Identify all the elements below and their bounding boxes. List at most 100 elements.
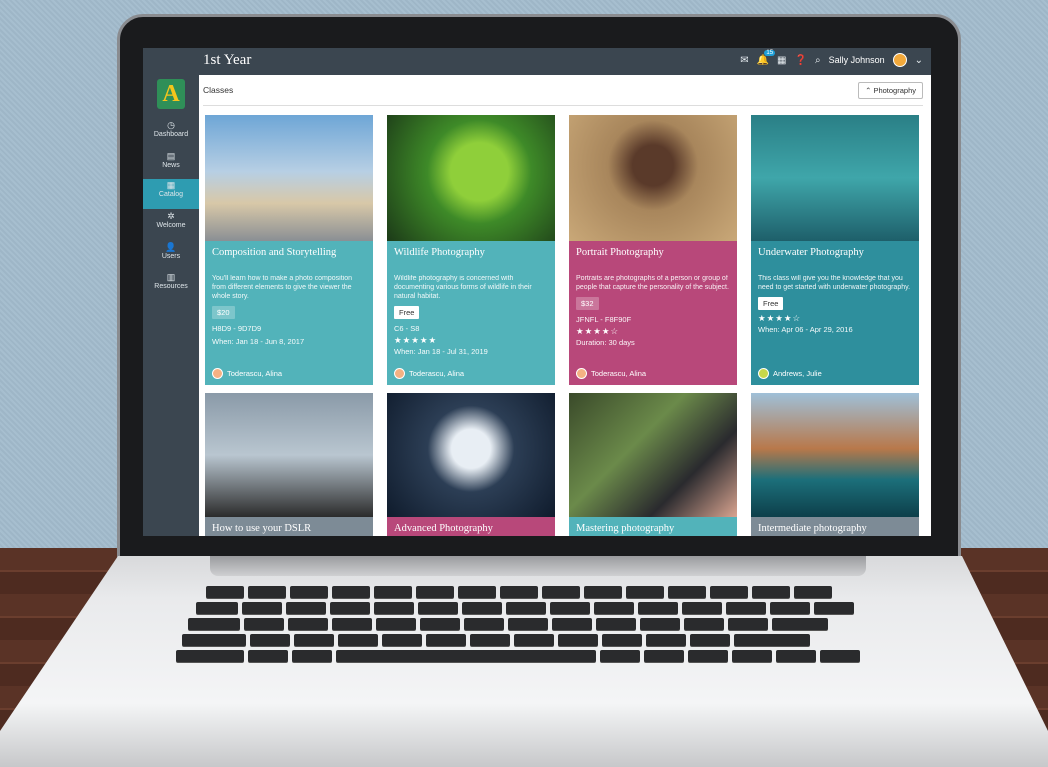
class-card[interactable]: Mastering photography <box>569 393 737 536</box>
sidebar-item-label: Welcome <box>156 222 186 229</box>
card-dates: When: Jan 18 - Jul 31, 2019 <box>394 347 488 356</box>
card-image <box>751 393 919 517</box>
class-card[interactable]: Portrait Photography Portraits are photo… <box>569 115 737 385</box>
welcome-icon: ✲ <box>167 211 175 221</box>
card-body: Portrait Photography Portraits are photo… <box>569 241 737 385</box>
sidebar-item-resources[interactable]: ▥ Resources <box>143 271 199 301</box>
keyboard-row <box>176 650 860 662</box>
sidebar-item-users[interactable]: 👤 Users <box>143 241 199 271</box>
price-badge: Free <box>758 297 784 310</box>
sidebar-item-welcome[interactable]: ✲ Welcome <box>143 210 199 240</box>
author-name: Toderascu, Alina <box>591 369 647 378</box>
card-body: How to use your DSLR <box>205 517 373 536</box>
card-dates: When: Apr 06 - Apr 29, 2016 <box>758 325 853 334</box>
card-title: Underwater Photography <box>758 247 864 258</box>
card-author: Toderascu, Alina <box>212 368 282 379</box>
user-name[interactable]: Sally Johnson <box>829 55 885 65</box>
keyboard-row <box>196 602 854 614</box>
card-duration: Duration: 30 days <box>576 338 635 347</box>
price-badge: $20 <box>212 306 235 319</box>
top-bar: 1st Year ✉ 🔔 15 ▦ ❓ ⌕ Sally Johnson ⌄ <box>143 48 931 75</box>
class-card[interactable]: Wildlife Photography Wildlife photograph… <box>387 115 555 385</box>
filter-label: Photography <box>873 86 916 95</box>
rating-stars: ★★★★☆ <box>576 326 620 336</box>
avatar[interactable] <box>892 53 907 67</box>
app-logo[interactable]: A <box>157 79 185 109</box>
card-title: Advanced Photography <box>394 523 493 534</box>
notification-badge: 15 <box>764 49 776 56</box>
keyboard <box>176 586 894 662</box>
class-card[interactable]: Intermediate photography <box>751 393 919 536</box>
card-image <box>569 115 737 241</box>
card-description: Wildlife photography is concerned with d… <box>394 275 532 300</box>
top-bar-tools: ✉ 🔔 15 ▦ ❓ ⌕ Sally Johnson ⌄ <box>740 49 923 67</box>
card-body: Composition and Storytelling You'll lear… <box>205 241 373 385</box>
card-body: Intermediate photography <box>751 517 919 536</box>
card-image <box>751 115 919 241</box>
card-image <box>205 115 373 241</box>
card-image <box>387 393 555 517</box>
users-icon: 👤 <box>165 242 177 252</box>
avatar <box>576 368 587 379</box>
resources-icon: ▥ <box>166 272 176 282</box>
keyboard-row <box>188 618 828 630</box>
card-title: How to use your DSLR <box>212 523 312 534</box>
card-code: C6 - S8 <box>394 324 420 333</box>
sidebar-item-news[interactable]: ▤ News <box>143 150 199 180</box>
search-icon[interactable]: ⌕ <box>815 55 821 66</box>
keyboard-row <box>182 634 810 646</box>
class-card[interactable]: Advanced Photography <box>387 393 555 536</box>
card-dates: When: Jan 18 - Jun 8, 2017 <box>212 337 305 346</box>
laptop-screen: 1st Year ✉ 🔔 15 ▦ ❓ ⌕ Sally Johnson ⌄ A ◷… <box>143 48 931 536</box>
card-description: This class will give you the knowledge t… <box>758 275 911 291</box>
sidebar: A ◷ Dashboard ▤ News ▦ Catalog ✲ Welcome… <box>143 75 199 536</box>
card-image <box>205 393 373 517</box>
author-name: Toderascu, Alina <box>227 369 283 378</box>
author-name: Toderascu, Alina <box>409 369 465 378</box>
card-description: Portraits are photographs of a person or… <box>576 275 729 291</box>
mail-icon[interactable]: ✉ <box>740 55 748 66</box>
class-card[interactable]: Underwater Photography This class will g… <box>751 115 919 385</box>
card-title: Portrait Photography <box>576 247 664 258</box>
sidebar-item-label: Catalog <box>158 191 184 198</box>
card-author: Toderascu, Alina <box>394 368 464 379</box>
chevron-down-icon[interactable]: ⌄ <box>915 55 923 66</box>
chevron-up-icon: ⌃ <box>865 86 872 95</box>
dashboard-icon: ◷ <box>167 120 175 130</box>
news-icon: ▤ <box>166 151 176 161</box>
card-title: Intermediate photography <box>758 523 867 534</box>
sidebar-item-catalog[interactable]: ▦ Catalog <box>143 179 199 209</box>
class-card[interactable]: How to use your DSLR <box>205 393 373 536</box>
sidebar-item-label: News <box>162 162 180 169</box>
price-badge: $32 <box>576 297 599 310</box>
price-badge: Free <box>394 306 420 319</box>
sidebar-item-dashboard[interactable]: ◷ Dashboard <box>143 119 199 149</box>
card-body: Advanced Photography <box>387 517 555 536</box>
class-card[interactable]: Composition and Storytelling You'll lear… <box>205 115 373 385</box>
card-body: Wildlife Photography Wildlife photograph… <box>387 241 555 385</box>
card-image <box>387 115 555 241</box>
tab-divider <box>203 105 923 106</box>
page-title: 1st Year <box>203 52 252 68</box>
filter-button[interactable]: ⌃ Photography <box>858 82 923 99</box>
main-content: Classes ⌃ Photography Composition and St… <box>199 75 931 536</box>
card-body: Mastering photography <box>569 517 737 536</box>
sidebar-item-label: Dashboard <box>153 131 189 138</box>
tab-classes[interactable]: Classes <box>203 85 233 95</box>
help-icon[interactable]: ❓ <box>795 55 807 66</box>
sidebar-item-label: Resources <box>154 283 188 290</box>
rating-stars: ★★★★★ <box>394 335 438 345</box>
keyboard-row <box>206 586 832 598</box>
author-name: Andrews, Julie <box>773 369 822 378</box>
calendar-icon[interactable]: ▦ <box>777 55 786 66</box>
avatar <box>212 368 223 379</box>
sidebar-item-label: Users <box>161 253 181 260</box>
card-title: Composition and Storytelling <box>212 247 337 258</box>
card-code: JFNFL - F8F90F <box>576 315 632 324</box>
notifications-icon[interactable]: 🔔 15 <box>757 49 776 66</box>
catalog-icon: ▦ <box>166 180 176 190</box>
laptop-hinge <box>210 556 866 576</box>
card-body: Underwater Photography This class will g… <box>751 241 919 385</box>
card-code: H8D9 - 9D7D9 <box>212 324 262 333</box>
rating-stars: ★★★★☆ <box>758 313 802 323</box>
